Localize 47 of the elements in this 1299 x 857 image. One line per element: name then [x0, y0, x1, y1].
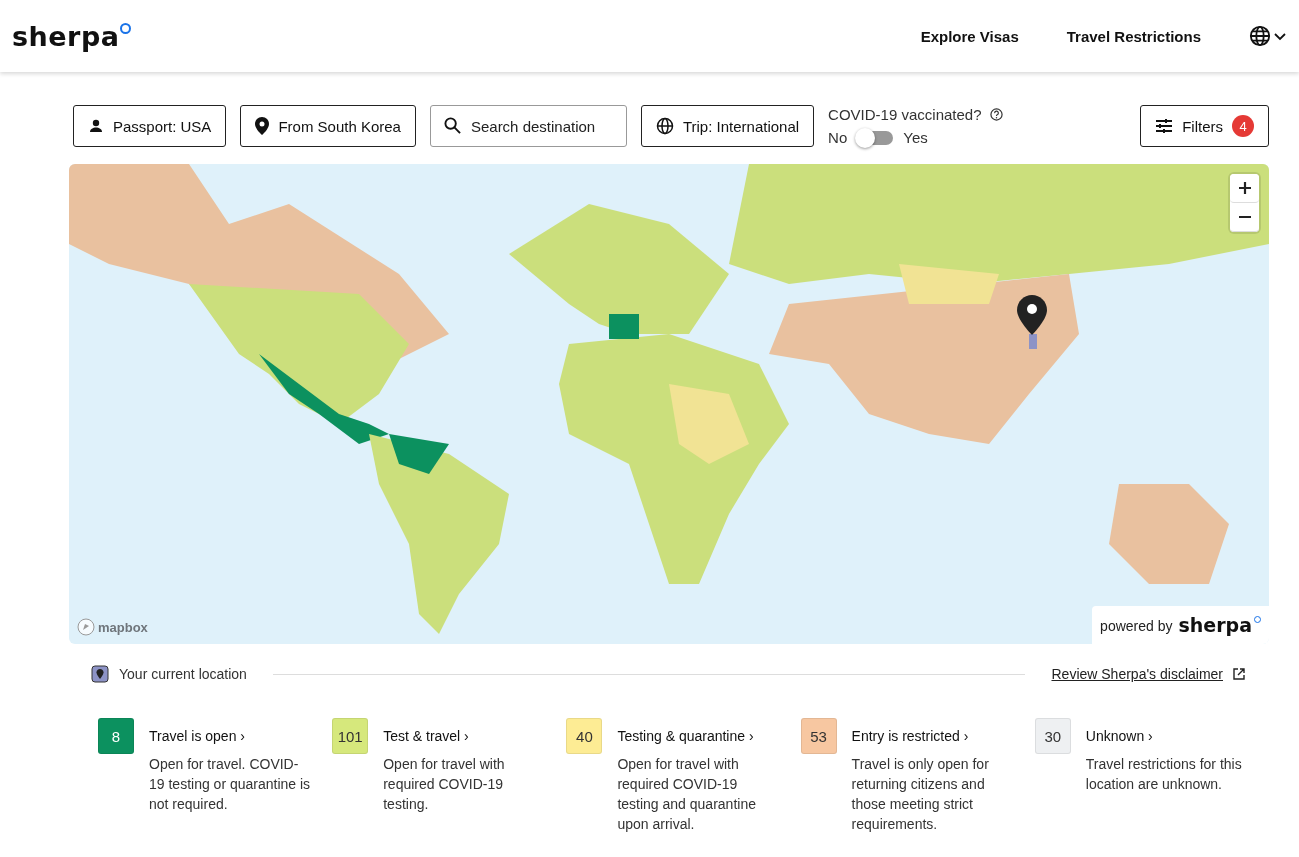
category-link[interactable]: Entry is restricted › — [851, 728, 1014, 744]
count-badge: 8 — [98, 718, 134, 754]
vaccinated-label: COVID-19 vaccinated? — [828, 106, 982, 123]
category-description: Travel is only open for returning citizens and those meeting strict requirements. — [851, 755, 990, 834]
disclaimer-link[interactable]: Review Sherpa's disclaimer — [1051, 666, 1223, 682]
category-link[interactable]: Travel is open › — [149, 728, 311, 744]
passport-button[interactable]: Passport: USA — [73, 105, 227, 147]
globe-icon — [655, 117, 674, 135]
location-pin-icon — [255, 117, 270, 135]
plus-icon — [1238, 182, 1251, 194]
nav-link[interactable]: Travel Restrictions — [1066, 27, 1201, 45]
logo[interactable]: sherpa — [12, 20, 120, 52]
category-link[interactable]: Test & travel › — [383, 728, 546, 744]
category-description: Travel restrictions for this location are unknown. — [1085, 755, 1243, 794]
external-link-icon — [1233, 668, 1245, 680]
count-badge: 30 — [1034, 718, 1071, 754]
globe-icon — [1249, 25, 1271, 47]
location-pin-icon — [1017, 295, 1047, 335]
toggle-label: Yes — [903, 129, 928, 146]
search-field[interactable]: Search destination — [429, 105, 627, 147]
category-link[interactable]: Testing & quarantine › — [617, 728, 780, 744]
filter-count-badge: 4 — [1232, 115, 1254, 137]
nav-link[interactable]: Explore Visas — [920, 27, 1019, 45]
origin-button[interactable]: From South Korea — [240, 105, 416, 147]
toggle-label: No — [828, 129, 848, 146]
category-link[interactable]: Unknown › — [1085, 728, 1248, 744]
powered-by-badge[interactable]: powered by sherpa — [1092, 606, 1269, 644]
search-icon — [443, 117, 461, 134]
legend-label: Your current location — [119, 666, 247, 682]
sliders-icon — [1155, 118, 1174, 134]
mapbox-logo-icon — [77, 618, 95, 636]
filters-button[interactable]: Filters 4 — [1140, 105, 1269, 147]
logo-ring-icon — [120, 22, 132, 34]
map-attribution[interactable]: mapbox — [98, 619, 148, 635]
category-description: Open for travel with required COVID-19 testing. — [383, 755, 506, 814]
help-icon[interactable] — [989, 108, 1003, 121]
count-badge: 40 — [566, 718, 603, 754]
location-marker-icon — [91, 665, 109, 683]
person-icon — [88, 118, 104, 134]
category-description: Open for travel. COVID-19 testing or quarantine is not required. — [149, 755, 311, 814]
category-description: Open for travel with required COVID-19 testing and quarantine upon arrival. — [617, 755, 757, 834]
zoom-in-button[interactable] — [1230, 174, 1259, 203]
count-badge: 101 — [332, 718, 369, 754]
trip-button[interactable]: Trip: International — [640, 105, 815, 147]
language-button[interactable] — [1249, 25, 1287, 47]
count-badge: 53 — [800, 718, 837, 754]
vaccinated-toggle[interactable] — [857, 130, 894, 145]
